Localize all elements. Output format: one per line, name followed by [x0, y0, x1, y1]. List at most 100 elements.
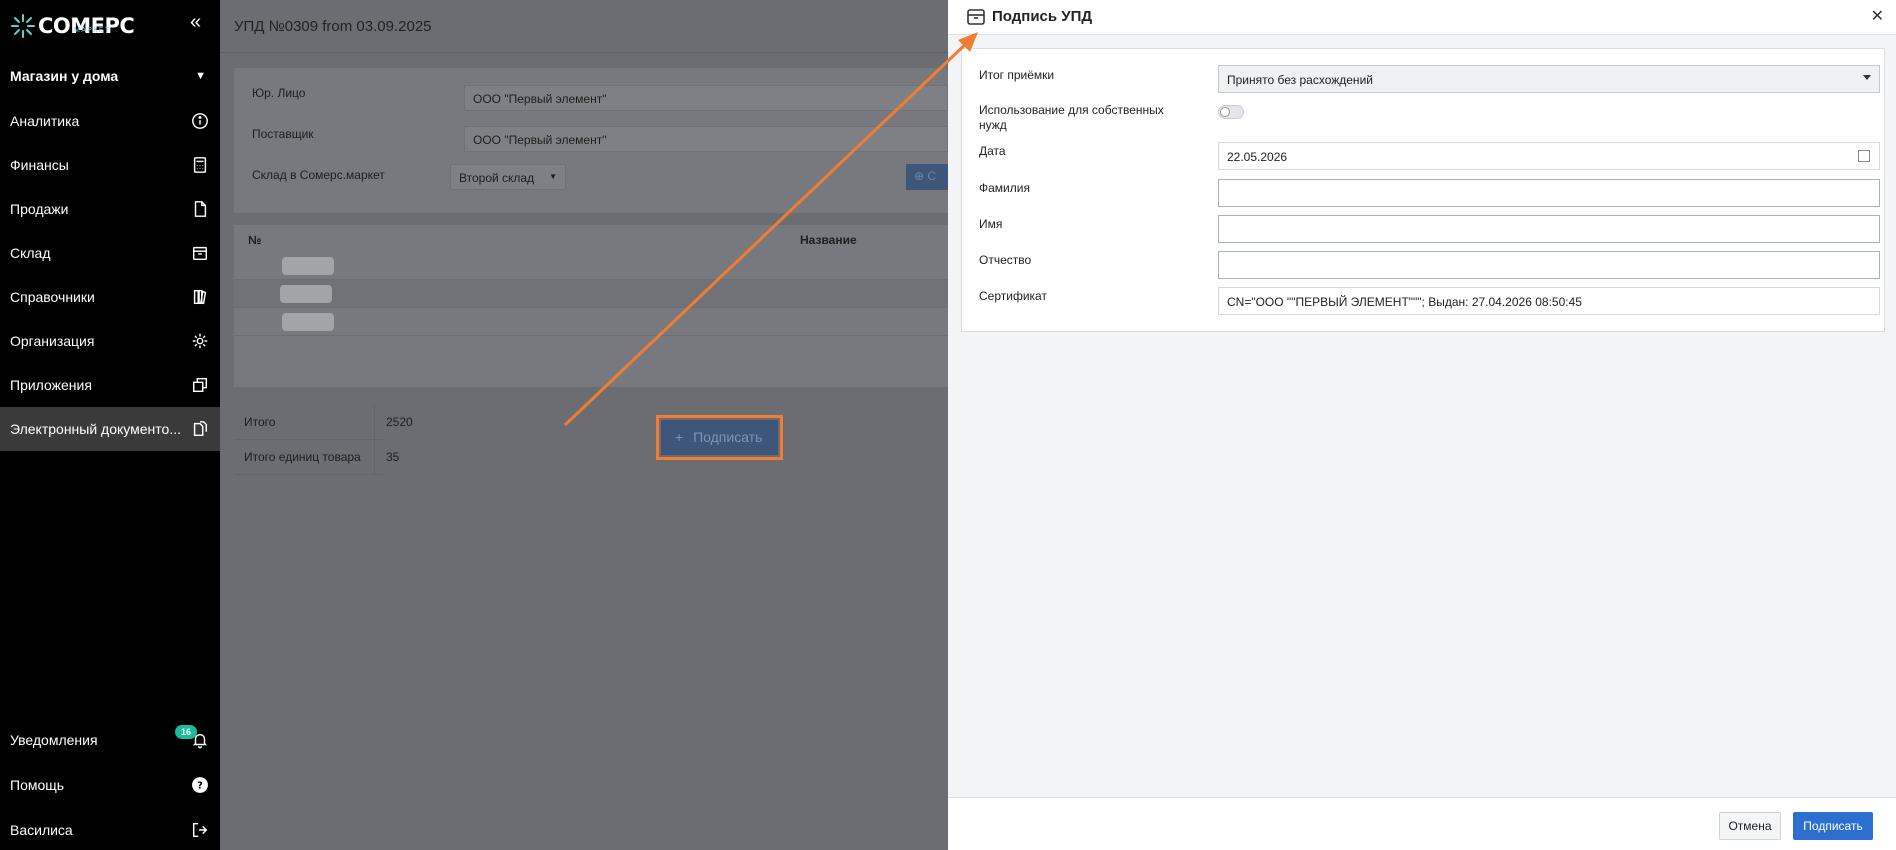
page-title: УПД №0309 from 03.09.2025: [234, 18, 432, 35]
own-needs-toggle[interactable]: [1218, 105, 1244, 119]
sidebar-item-sales[interactable]: Продажи: [0, 187, 220, 231]
sidebar-item-help[interactable]: Помощь ?: [0, 763, 220, 807]
highlight-frame: [656, 415, 783, 460]
help-icon: ?: [190, 775, 210, 795]
total-label: Итого: [244, 415, 276, 429]
warehouse-value: Второй склад: [459, 171, 535, 185]
sidebar-item-label: Приложения: [10, 377, 92, 393]
legal-entity-field[interactable]: ООО "Первый элемент": [464, 85, 948, 111]
result-label: Итог приёмки: [979, 68, 1055, 82]
sidebar: COMEPC МАРКЕТ « Магазин у дома ▼ Аналити…: [0, 0, 220, 850]
table-row[interactable]: [234, 252, 948, 280]
certificate-label: Сертификат: [979, 289, 1047, 303]
legal-entity-label: Юр. Лицо: [252, 86, 306, 100]
info-icon: [190, 111, 210, 131]
sidebar-item-label: Уведомления: [10, 732, 98, 748]
brand-sub: МАРКЕТ: [74, 27, 111, 34]
logout-icon: [190, 820, 210, 840]
calculator-icon: [190, 155, 210, 175]
first-name-label: Имя: [979, 217, 1003, 231]
last-name-input[interactable]: [1218, 179, 1880, 207]
total-units-value: 35: [386, 450, 400, 464]
sidebar-item-label: Финансы: [10, 157, 69, 173]
header-divider: [220, 52, 948, 53]
store-selector[interactable]: Магазин у дома ▼: [10, 66, 210, 86]
add-button-label: С: [927, 169, 937, 183]
sidebar-item-analytics[interactable]: Аналитика: [0, 99, 220, 143]
caret-down-icon: [1863, 75, 1871, 80]
sidebar-item-finance[interactable]: Финансы: [0, 143, 220, 187]
totals-divider: [374, 405, 375, 475]
sidebar-item-label: Продажи: [10, 201, 69, 217]
add-button-partial[interactable]: ⊕ С: [906, 164, 948, 190]
patronymic-label: Отчество: [979, 253, 1032, 267]
sign-form-card: Итог приёмки Принято без расхождений Исп…: [961, 48, 1885, 332]
redacted-cell: [282, 257, 334, 275]
date-input[interactable]: 22.05.2026: [1218, 142, 1880, 170]
sidebar-item-edo[interactable]: Электронный документо...: [0, 407, 220, 451]
toggle-knob: [1220, 107, 1230, 117]
sidebar-item-label: Справочники: [10, 289, 95, 305]
gear-icon: [190, 331, 210, 351]
table-row[interactable]: [234, 308, 948, 336]
drawer-footer: Отмена Подписать: [948, 797, 1896, 850]
calendar-icon[interactable]: [1858, 150, 1870, 162]
column-header-name: Название: [800, 233, 857, 247]
patronymic-input[interactable]: [1218, 251, 1880, 279]
box-icon: [967, 9, 985, 25]
caret-down-icon: ▼: [195, 70, 206, 82]
result-value: Принято без расхождений: [1227, 73, 1373, 87]
close-icon[interactable]: ✕: [1871, 6, 1884, 26]
last-name-label: Фамилия: [979, 181, 1030, 195]
sidebar-item-label: Организация: [10, 333, 95, 349]
book-icon: [190, 287, 210, 307]
date-label: Дата: [979, 144, 1006, 158]
result-select[interactable]: Принято без расхождений: [1218, 65, 1880, 93]
notification-badge: 16: [175, 725, 197, 739]
main-content: УПД №0309 from 03.09.2025 Юр. Лицо ООО "…: [220, 0, 948, 850]
document-form: Юр. Лицо ООО "Первый элемент" Поставщик …: [234, 68, 948, 213]
certificate-value: CN="ООО ""ПЕРВЫЙ ЭЛЕМЕНТ"""; Выдан: 27.0…: [1227, 295, 1582, 309]
items-table: № Название: [234, 225, 948, 387]
supplier-field[interactable]: ООО "Первый элемент": [464, 126, 948, 152]
windows-icon: [190, 375, 210, 395]
sidebar-item-label: Аналитика: [10, 113, 80, 129]
document-icon: [190, 199, 210, 219]
supplier-label: Поставщик: [252, 127, 314, 141]
drawer-title: Подпись УПД: [992, 8, 1093, 25]
star-logo-icon: [11, 14, 35, 38]
warehouse-select[interactable]: Второй склад ▼: [450, 164, 566, 190]
sidebar-item-warehouse[interactable]: Склад: [0, 231, 220, 275]
table-row[interactable]: [234, 280, 948, 308]
redacted-cell: [280, 285, 332, 303]
date-value: 22.05.2026: [1227, 150, 1288, 164]
plus-circle-icon: ⊕: [914, 169, 925, 183]
user-name: Василиса: [10, 822, 73, 838]
edo-icon: [190, 419, 210, 439]
sidebar-item-applications[interactable]: Приложения: [0, 363, 220, 407]
box-icon: [190, 243, 210, 263]
sidebar-item-organization[interactable]: Организация: [0, 319, 220, 363]
own-needs-label: Использование для собственных нужд: [979, 103, 1164, 132]
total-units-label: Итого единиц товара: [244, 450, 361, 464]
svg-text:?: ?: [197, 781, 203, 792]
sign-button[interactable]: Подписать: [1793, 812, 1873, 840]
caret-down-icon: ▼: [549, 172, 557, 181]
total-units-row: Итого единиц товара: [234, 440, 384, 475]
sidebar-item-label: Склад: [10, 245, 51, 261]
sidebar-item-directories[interactable]: Справочники: [0, 275, 220, 319]
collapse-sidebar-icon[interactable]: «: [190, 12, 201, 32]
cancel-button[interactable]: Отмена: [1719, 812, 1781, 840]
total-value: 2520: [386, 415, 413, 429]
redacted-cell: [282, 313, 334, 331]
first-name-input[interactable]: [1218, 215, 1880, 243]
store-name: Магазин у дома: [10, 68, 119, 84]
brand-logo[interactable]: COMEPC: [10, 8, 135, 44]
drawer-header: Подпись УПД ✕: [948, 0, 1896, 35]
warehouse-label: Склад в Сомерс.маркет: [252, 168, 385, 182]
sidebar-item-user[interactable]: Василиса: [0, 808, 220, 850]
sign-drawer: Подпись УПД ✕ Итог приёмки Принято без р…: [948, 0, 1896, 850]
certificate-select[interactable]: CN="ООО ""ПЕРВЫЙ ЭЛЕМЕНТ"""; Выдан: 27.0…: [1218, 287, 1880, 315]
column-header-number: №: [248, 233, 262, 247]
sidebar-item-label: Электронный документо...: [10, 421, 181, 437]
